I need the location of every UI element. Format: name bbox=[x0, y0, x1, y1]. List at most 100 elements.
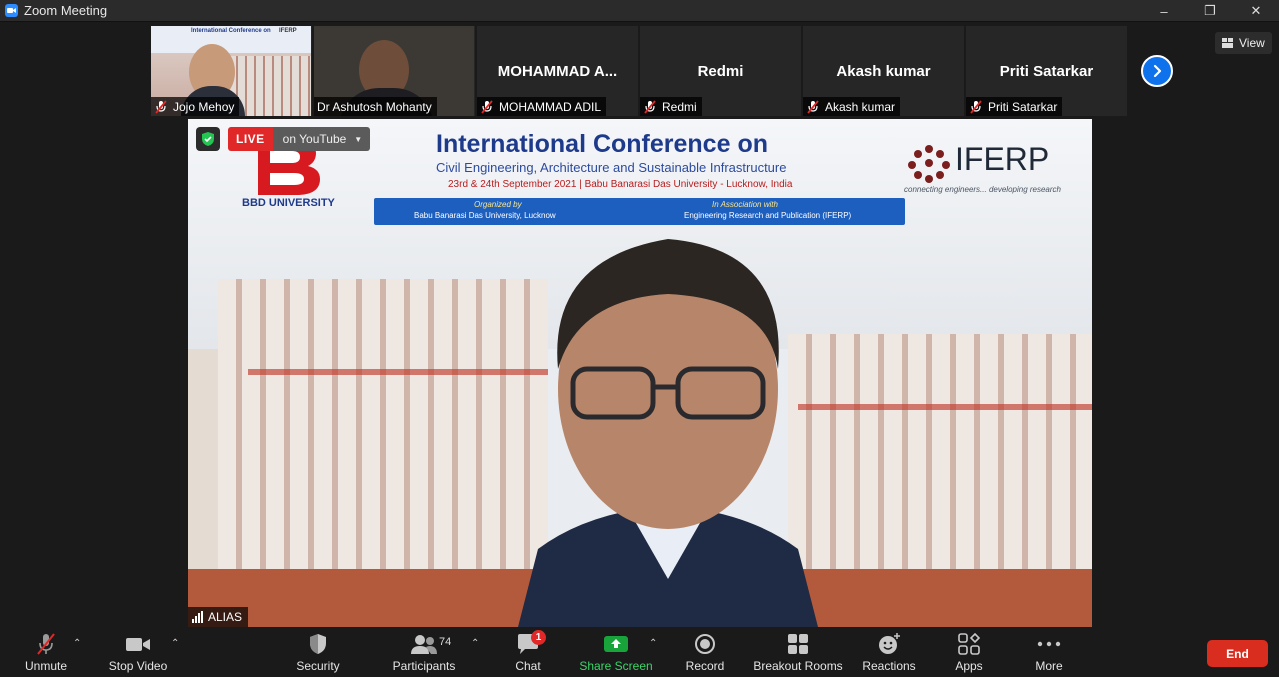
view-button[interactable]: View bbox=[1215, 32, 1272, 54]
participant-strip: International Conference on IFERP Jojo M… bbox=[151, 26, 1127, 117]
chat-label: Chat bbox=[515, 659, 541, 673]
participant-tile[interactable]: International Conference on IFERP Jojo M… bbox=[151, 26, 312, 116]
mic-muted-icon bbox=[37, 633, 55, 655]
breakout-rooms-button[interactable]: Breakout Rooms bbox=[752, 628, 844, 677]
association-label: In Association with bbox=[712, 200, 778, 209]
dropdown-arrow-icon: ▼ bbox=[354, 134, 363, 144]
participant-tile[interactable]: Dr Ashutosh Mohanty bbox=[314, 26, 475, 116]
breakout-rooms-label: Breakout Rooms bbox=[753, 659, 843, 673]
share-screen-icon bbox=[604, 636, 628, 652]
shield-check-icon bbox=[202, 132, 214, 146]
participant-name: Jojo Mehoy bbox=[173, 99, 235, 114]
thumb-banner-text: International Conference on bbox=[191, 28, 271, 34]
restore-button[interactable]: ❐ bbox=[1187, 0, 1233, 22]
participants-count: 74 bbox=[439, 636, 452, 648]
more-label: More bbox=[1035, 659, 1063, 673]
share-options-caret[interactable]: ⌃ bbox=[649, 638, 657, 649]
mic-muted-icon bbox=[155, 99, 167, 114]
unmute-label: Unmute bbox=[24, 659, 68, 673]
participants-options-caret[interactable]: ⌃ bbox=[471, 638, 479, 649]
share-screen-label: Share Screen bbox=[579, 659, 653, 673]
speaker-figure bbox=[518, 239, 818, 627]
mic-muted-icon bbox=[807, 99, 819, 114]
participant-caption: MOHAMMAD ADIL bbox=[477, 97, 607, 116]
participant-name: Redmi bbox=[662, 99, 697, 114]
reactions-label: Reactions bbox=[862, 659, 916, 673]
view-label: View bbox=[1239, 36, 1265, 50]
record-icon bbox=[695, 634, 715, 654]
building-stripe bbox=[248, 369, 548, 375]
iferp-logo-text: IFERP bbox=[955, 141, 1050, 177]
building-stripe bbox=[798, 404, 1092, 410]
speaker-name: ALIAS bbox=[208, 610, 243, 624]
banner-organizers: Organized by Babu Banarasi Das Universit… bbox=[374, 198, 905, 225]
participant-tile[interactable]: MOHAMMAD A... MOHAMMAD ADIL bbox=[477, 26, 638, 116]
speaker-caption: ALIAS bbox=[188, 607, 249, 627]
zoom-app-icon bbox=[5, 4, 18, 17]
iferp-tagline: connecting engineers... developing resea… bbox=[904, 185, 1061, 194]
mic-muted-icon bbox=[644, 99, 656, 114]
grid-view-icon bbox=[1222, 38, 1233, 48]
banner-title: International Conference on bbox=[436, 130, 768, 158]
banner-date: 23rd & 24th September 2021 | Babu Banara… bbox=[448, 179, 793, 190]
live-stream-indicator[interactable]: LIVE on YouTube ▼ bbox=[228, 127, 371, 151]
shield-icon bbox=[310, 634, 326, 654]
participant-caption: Priti Satarkar bbox=[966, 97, 1063, 116]
apps-icon bbox=[958, 633, 980, 655]
participant-name: Akash kumar bbox=[825, 99, 896, 114]
stop-video-button[interactable]: Stop Video bbox=[104, 628, 172, 677]
close-button[interactable]: ✕ bbox=[1233, 0, 1279, 22]
video-options-caret[interactable]: ⌃ bbox=[171, 638, 179, 649]
apps-label: Apps bbox=[955, 659, 983, 673]
thumb-banner-logo: IFERP bbox=[279, 28, 297, 34]
encryption-shield-button[interactable] bbox=[196, 127, 220, 151]
active-speaker-video[interactable]: BBD UNIVERSITY International Conference … bbox=[188, 119, 1092, 627]
audio-options-caret[interactable]: ⌃ bbox=[73, 638, 81, 649]
unmute-button[interactable]: Unmute bbox=[18, 628, 74, 677]
live-destination[interactable]: on YouTube ▼ bbox=[272, 127, 371, 151]
participant-name: MOHAMMAD ADIL bbox=[499, 99, 602, 114]
participant-caption: Jojo Mehoy bbox=[151, 97, 240, 116]
participant-caption: Dr Ashutosh Mohanty bbox=[314, 97, 437, 116]
organizer-name: Babu Banarasi Das University, Lucknow bbox=[414, 211, 556, 220]
reactions-button[interactable]: Reactions bbox=[861, 628, 917, 677]
participants-icon bbox=[411, 635, 437, 654]
video-camera-icon bbox=[126, 638, 150, 651]
security-label: Security bbox=[296, 659, 340, 673]
meeting-toolbar: Unmute ⌃ Stop Video ⌃ Security Participa… bbox=[0, 628, 1279, 677]
live-badge: LIVE bbox=[228, 127, 273, 151]
chat-unread-badge: 1 bbox=[531, 630, 546, 645]
window-title: Zoom Meeting bbox=[24, 3, 108, 18]
security-button[interactable]: Security bbox=[292, 628, 344, 677]
iferp-logo-icon bbox=[908, 145, 950, 183]
more-button[interactable]: More bbox=[1029, 628, 1069, 677]
participant-caption: Akash kumar bbox=[803, 97, 901, 116]
chevron-right-icon bbox=[1153, 64, 1162, 78]
signal-strength-icon bbox=[192, 611, 203, 623]
banner-subtitle: Civil Engineering, Architecture and Sust… bbox=[436, 160, 787, 175]
title-bar: Zoom Meeting – ❐ ✕ bbox=[0, 0, 1279, 22]
participant-tile[interactable]: Akash kumar Akash kumar bbox=[803, 26, 964, 116]
mic-muted-icon bbox=[970, 99, 982, 114]
participant-name: Priti Satarkar bbox=[988, 99, 1058, 114]
stop-video-label: Stop Video bbox=[108, 659, 168, 673]
participant-name: Dr Ashutosh Mohanty bbox=[317, 99, 432, 114]
share-screen-button[interactable]: Share Screen bbox=[579, 628, 653, 677]
participant-caption: Redmi bbox=[640, 97, 702, 116]
organizer-label: Organized by bbox=[474, 200, 522, 209]
breakout-rooms-icon bbox=[788, 634, 808, 654]
bbd-university-text: BBD UNIVERSITY bbox=[242, 197, 335, 209]
live-destination-label: on YouTube bbox=[282, 132, 347, 146]
more-dots-icon bbox=[1037, 641, 1061, 647]
record-label: Record bbox=[685, 659, 725, 673]
association-name: Engineering Research and Publication (IF… bbox=[684, 211, 852, 220]
apps-button[interactable]: Apps bbox=[948, 628, 990, 677]
minimize-button[interactable]: – bbox=[1141, 0, 1187, 22]
record-button[interactable]: Record bbox=[684, 628, 726, 677]
end-meeting-button[interactable]: End bbox=[1207, 640, 1268, 667]
reactions-icon bbox=[879, 633, 900, 654]
participants-label: Participants bbox=[392, 659, 456, 673]
participant-tile[interactable]: Priti Satarkar Priti Satarkar bbox=[966, 26, 1127, 116]
next-page-button[interactable] bbox=[1141, 55, 1173, 87]
participant-tile[interactable]: Redmi Redmi bbox=[640, 26, 801, 116]
